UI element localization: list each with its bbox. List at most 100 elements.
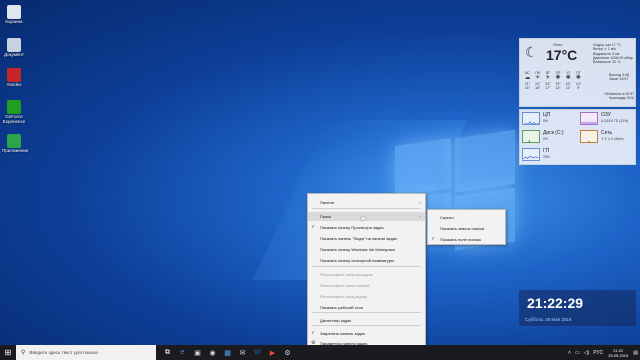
start-button[interactable]: ⊞: [0, 345, 16, 360]
context-menu-item[interactable]: Диспетчер задач: [308, 316, 425, 325]
clock-time: 21:22:29: [527, 295, 584, 311]
steam-icon[interactable]: ◉: [205, 345, 220, 360]
clock-date: Суббота, 25 Мая 2019: [525, 317, 572, 322]
menu-separator: [312, 208, 421, 209]
context-menu-item[interactable]: Показать кнопку Windows Ink Workspace: [308, 245, 425, 254]
context-menu-item[interactable]: Показать кнопку сенсорной клавиатуры: [308, 256, 425, 265]
context-menu-item[interactable]: ✓ Показать кнопку Просмотра задач: [308, 223, 425, 232]
word-icon[interactable]: W: [250, 345, 265, 360]
desktop-icon-label: Yandex: [6, 82, 22, 87]
edge-icon[interactable]: e: [175, 345, 190, 360]
desktop-icon[interactable]: Приложение: [2, 134, 29, 153]
context-menu-item: Расположить окна стопкой: [308, 281, 425, 290]
weather-location: Краснодар KDA: [609, 96, 634, 101]
taskbar[interactable]: ⊞ ⚲ Введите здесь текст для поиска ⧉ e ▣ ◉ ▦…: [0, 345, 640, 360]
gpu-label: ГП: [543, 148, 550, 154]
chevron-right-icon: ›: [419, 200, 421, 205]
desktop-icon[interactable]: Корзина: [2, 5, 26, 24]
network-meter: Сеть ⇑ 0 ⇓ 0 кбит/с: [578, 128, 634, 144]
network-value: ⇑ 0 ⇓ 0 кбит/с: [601, 137, 624, 141]
forecast-day: СР ✺ 19° 13°: [554, 71, 563, 90]
recycle-bin-icon: [7, 5, 21, 19]
chevron-up-icon[interactable]: ˄: [568, 350, 571, 356]
context-menu-item: Расположить окна каскадом: [308, 270, 425, 279]
desktop-icon-label: Приложение: [2, 148, 29, 153]
photos-icon[interactable]: ▦: [220, 345, 235, 360]
document-icon: [7, 38, 21, 52]
forecast-day: ВТ ☀ 24° 17°: [543, 71, 552, 90]
checkmark-icon: ✓: [311, 224, 316, 230]
search-submenu: Скрыто Показать значок поиска ✓ Показать по…: [427, 209, 506, 245]
weather-detail-line: Влажность 32 %: [593, 60, 621, 65]
menu-separator: [312, 312, 421, 313]
media-icon[interactable]: ▶: [265, 345, 280, 360]
context-menu-item-label: Показать панель "Люди" на панели задач: [320, 236, 397, 241]
performance-widget[interactable]: ЦП 5% ОЗУ 5,2/15,8 ГБ (33%) Диск (C:) 0%…: [519, 109, 636, 165]
gpu-meter: ГП 28%: [520, 146, 576, 162]
tray-language[interactable]: РУС: [593, 350, 603, 356]
network-label: Сеть: [601, 130, 613, 136]
desktop-icon[interactable]: Документ: [2, 38, 26, 57]
search-icon: ⚲: [21, 350, 26, 356]
settings-icon[interactable]: ⚙: [280, 345, 295, 360]
mail-icon[interactable]: ✉: [235, 345, 250, 360]
weather-icon: ✺: [565, 75, 571, 81]
search-submenu-item[interactable]: Скрыто: [428, 213, 505, 222]
disk-value: 0%: [543, 137, 548, 141]
cpu-meter: ЦП 5%: [520, 110, 576, 126]
sun-times: Восход 4:48 Закат 19:57: [609, 73, 629, 82]
context-menu-item-label: Поиск: [320, 214, 332, 219]
store-icon[interactable]: ▣: [190, 345, 205, 360]
mouse-cursor-icon: ➤: [360, 214, 367, 223]
taskbar-apps: ⧉ e ▣ ◉ ▦ ✉ W ▶ ⚙: [160, 345, 295, 360]
forecast-low: 9°: [576, 86, 581, 90]
gpu-value: 28%: [543, 155, 550, 159]
search-submenu-item[interactable]: ✓ Показать поле поиска: [428, 235, 505, 244]
forecast-low: 11°: [565, 86, 571, 90]
chevron-right-icon: ›: [419, 214, 421, 219]
desktop-icon-label: Документ: [4, 52, 24, 57]
system-tray: ˄ ▭ ◁) РУС 21:22 25.05.2019 ▤: [566, 345, 640, 360]
task-view-icon[interactable]: ⧉: [160, 345, 175, 360]
tray-clock[interactable]: 21:22 25.05.2019: [608, 348, 628, 358]
desktop-icon[interactable]: Yandex: [2, 68, 26, 87]
context-menu-item-label: Показать рабочий стол: [320, 305, 363, 310]
search-submenu-item-label: Показать значок поиска: [440, 226, 485, 231]
browser-icon: [7, 68, 21, 82]
notifications-icon[interactable]: ▤: [633, 350, 638, 356]
disk-graph: [522, 130, 540, 143]
context-menu-item-label: Показать кнопку сенсорной клавиатуры: [320, 258, 394, 263]
context-menu-item-label: Показать кнопку Просмотра задач: [320, 225, 384, 230]
desktop-icon-label: GeForce Experience: [2, 114, 26, 124]
context-menu-item[interactable]: Показать панель "Люди" на панели задач: [308, 234, 425, 243]
context-menu-item-label: Панели: [320, 200, 334, 205]
desktop-icon[interactable]: GeForce Experience: [2, 100, 26, 124]
network-graph: [580, 130, 598, 143]
weather-widget[interactable]: ☾ Ясно 17°C Ощущ. как 17 °C Ветер ⇙ 1 м/с…: [519, 38, 636, 107]
context-menu-item-label: Закрепить панель задач: [320, 331, 366, 336]
weather-icon: ☀: [534, 75, 541, 81]
weather-icon: ☁: [524, 75, 531, 81]
cpu-label: ЦП: [543, 112, 551, 118]
weather-icon: ✺: [555, 75, 561, 81]
gpu-graph: [522, 148, 540, 161]
weather-details: Ощущ. как 17 °C Ветер ⇙ 1 м/с Видимость 9 …: [593, 43, 637, 64]
search-submenu-item-label: Скрыто: [440, 215, 454, 220]
menu-separator: [312, 325, 421, 326]
forecast-low: 16°: [535, 86, 541, 90]
volume-icon[interactable]: ◁): [584, 350, 590, 356]
network-icon[interactable]: ▭: [575, 350, 580, 356]
context-menu-item-label: Расположить окна стопкой: [320, 283, 370, 288]
checkmark-icon: ✓: [311, 330, 316, 336]
context-menu-item[interactable]: Панели ›: [308, 198, 425, 207]
search-submenu-item[interactable]: Показать значок поиска: [428, 224, 505, 233]
taskbar-search-box[interactable]: ⚲ Введите здесь текст для поиска: [16, 345, 156, 360]
context-menu-item-label: Расположить окна каскадом: [320, 272, 373, 277]
disk-meter: Диск (C:) 0%: [520, 128, 576, 144]
context-menu-item[interactable]: ✓ Закрепить панель задач: [308, 329, 425, 338]
forecast-day: ВС ☁ 21° 16°: [523, 71, 532, 90]
forecast-day: ПН ☀ 24° 16°: [533, 71, 542, 90]
context-menu-item[interactable]: Показать рабочий стол: [308, 303, 425, 312]
forecast-day: ЧТ ✺ 16° 11°: [564, 71, 573, 90]
clock-widget[interactable]: 21:22:29 Суббота, 25 Мая 2019: [519, 290, 636, 326]
